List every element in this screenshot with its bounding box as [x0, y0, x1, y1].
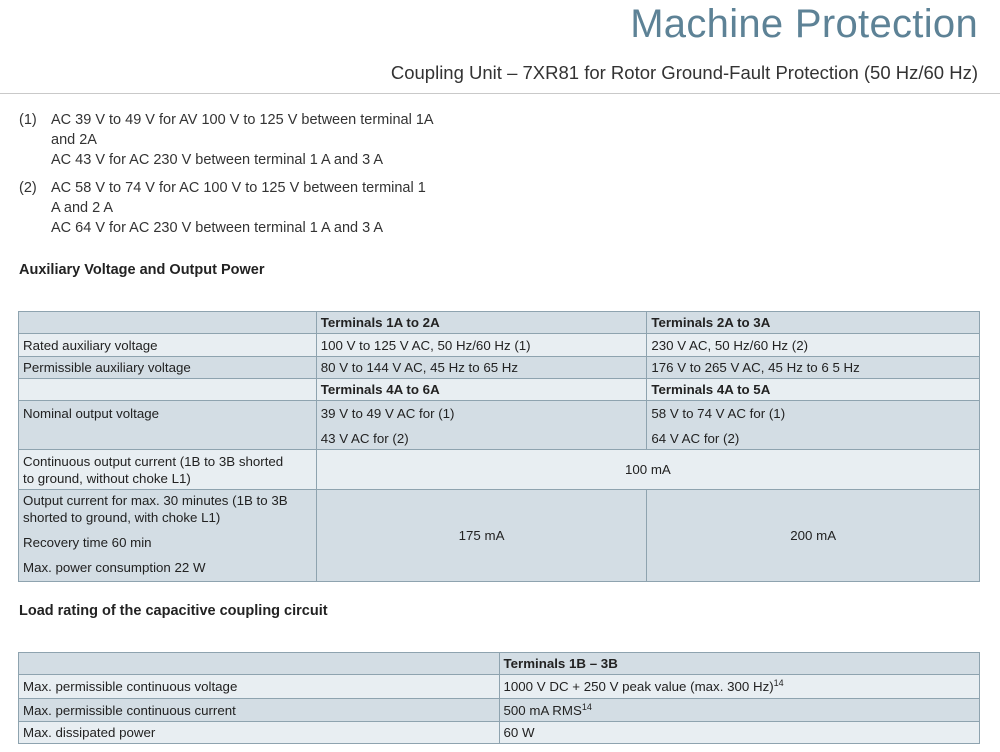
table-cell: 230 V AC, 50 Hz/60 Hz (2) — [646, 333, 980, 357]
row-label: Continuous output current (1B to 3B shor… — [18, 449, 317, 490]
column-header: Terminals 4A to 6A — [315, 378, 648, 401]
table-row: Nominal output voltage 39 V to 49 V AC f… — [18, 400, 980, 450]
cell-line: 39 V to 49 V AC for (1) — [320, 406, 455, 421]
cell-line: shorted to ground, with choke L1) — [23, 510, 221, 525]
table-cell: 58 V to 74 V AC for (1) 64 V AC for (2) — [646, 400, 980, 450]
table-cell: 100 mA — [315, 449, 981, 490]
table-cell: 176 V to 265 V AC, 45 Hz to 6 5 Hz — [646, 356, 980, 379]
table-row: Max. permissible continuous voltage 1000… — [18, 674, 980, 699]
footnote-line: A and 2 A — [51, 200, 114, 216]
cell-line: 64 V AC for (2) — [651, 431, 740, 446]
footnote-ref: 14 — [581, 701, 592, 712]
row-label: Max. permissible continuous voltage — [18, 674, 500, 699]
table-subheader-row: Terminals 4A to 6A Terminals 4A to 5A — [18, 378, 980, 401]
footnote-line: AC 58 V to 74 V for AC 100 V to 125 V be… — [51, 180, 426, 196]
table-cell: 39 V to 49 V AC for (1) 43 V AC for (2) — [315, 400, 648, 450]
row-label: Rated auxiliary voltage — [18, 333, 317, 357]
footnote-1: (1) AC 39 V to 49 V for AV 100 V to 125 … — [19, 110, 489, 170]
table-row: Continuous output current (1B to 3B shor… — [18, 449, 981, 490]
table-row: Output current for max. 30 minutes (1B t… — [18, 489, 980, 582]
footnote-line: AC 64 V for AC 230 V between terminal 1 … — [51, 220, 384, 236]
table-row: Max. permissible continuous current 500 … — [18, 698, 980, 722]
table-row: Rated auxiliary voltage 100 V to 125 V A… — [18, 333, 980, 357]
cell-line: Recovery time 60 min — [23, 535, 152, 550]
cell-value: 1000 V DC + 250 V peak value (max. 300 H… — [503, 679, 774, 694]
table-cell: 1000 V DC + 250 V peak value (max. 300 H… — [498, 674, 980, 699]
cell-line: Max. power consumption 22 W — [23, 560, 206, 575]
table-cell: 200 mA — [646, 489, 980, 582]
footnote-2: (2) AC 58 V to 74 V for AC 100 V to 125 … — [19, 178, 489, 238]
load-rating-table: Terminals 1B – 3B Max. permissible conti… — [18, 652, 980, 744]
section-heading-auxiliary: Auxiliary Voltage and Output Power — [19, 262, 265, 278]
table-cell: 60 W — [498, 721, 980, 744]
table-row: Permissible auxiliary voltage 80 V to 14… — [18, 356, 980, 379]
cell-line: to ground, without choke L1) — [23, 471, 191, 486]
column-header: Terminals 2A to 3A — [646, 311, 980, 334]
table-cell: 80 V to 144 V AC, 45 Hz to 65 Hz — [315, 356, 648, 379]
table-cell: 100 V to 125 V AC, 50 Hz/60 Hz (1) — [315, 333, 648, 357]
table-cell-empty — [18, 652, 500, 675]
row-label: Nominal output voltage — [18, 400, 317, 450]
page-subtitle: Coupling Unit – 7XR81 for Rotor Ground-F… — [390, 62, 978, 83]
column-header: Terminals 1B – 3B — [498, 652, 980, 675]
table-cell-empty — [18, 311, 317, 334]
row-label: Permissible auxiliary voltage — [18, 356, 317, 379]
table-cell: 175 mA — [315, 489, 648, 582]
footnote-line: and 2A — [51, 132, 97, 148]
footnote-line: AC 39 V to 49 V for AV 100 V to 125 V be… — [51, 112, 434, 128]
footnote-line: AC 43 V for AC 230 V between terminal 1 … — [51, 152, 384, 168]
cell-line: 58 V to 74 V AC for (1) — [651, 406, 786, 421]
section-heading-load-rating: Load rating of the capacitive coupling c… — [19, 603, 328, 619]
row-label: Max. dissipated power — [18, 721, 500, 744]
cell-line: Continuous output current (1B to 3B shor… — [23, 454, 284, 469]
footnote-ref: 14 — [773, 678, 784, 688]
row-label: Output current for max. 30 minutes (1B t… — [18, 489, 317, 582]
column-header: Terminals 1A to 2A — [315, 311, 648, 334]
footnote-number: (2) — [19, 180, 37, 196]
table-cell-empty — [18, 378, 317, 401]
header-divider — [0, 93, 1000, 94]
auxiliary-voltage-table: Terminals 1A to 2A Terminals 2A to 3A Ra… — [18, 311, 981, 582]
footnote-list: (1) AC 39 V to 49 V for AV 100 V to 125 … — [19, 110, 489, 246]
cell-line: Output current for max. 30 minutes (1B t… — [23, 493, 288, 508]
cell-value: 500 mA RMS — [503, 702, 582, 718]
table-row: Max. dissipated power 60 W — [18, 721, 980, 744]
row-label: Max. permissible continuous current — [18, 698, 500, 722]
table-header-row: Terminals 1B – 3B — [18, 652, 980, 675]
cell-line: 43 V AC for (2) — [320, 431, 409, 446]
footnote-number: (1) — [19, 112, 37, 128]
column-header: Terminals 4A to 5A — [646, 378, 980, 401]
table-header-row: Terminals 1A to 2A Terminals 2A to 3A — [18, 311, 980, 334]
table-cell: 500 mA RMS14 — [498, 698, 980, 722]
page-title: Machine Protection — [630, 2, 978, 46]
